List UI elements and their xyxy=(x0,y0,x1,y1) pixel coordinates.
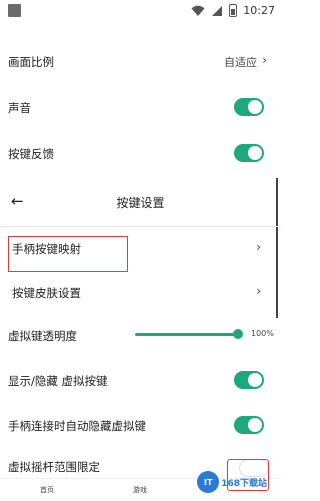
toggle-virtual-keys-toggle[interactable] xyxy=(234,371,264,389)
notification-icon xyxy=(8,4,21,17)
key-skin-row[interactable]: 按键皮肤设置 › xyxy=(0,282,281,304)
key-feedback-toggle[interactable] xyxy=(234,144,264,162)
sound-label: 声音 xyxy=(8,101,31,115)
brand-logo-icon: IT xyxy=(197,471,220,493)
status-time: 10:27 xyxy=(243,4,275,17)
opacity-label: 虚拟键透明度 xyxy=(8,329,77,343)
opacity-value: 100% xyxy=(251,329,274,338)
nav-games[interactable]: 游戏 xyxy=(133,485,147,495)
header-divider xyxy=(0,226,281,227)
key-feedback-label: 按键反馈 xyxy=(8,147,54,161)
joystick-range-label: 虚拟摇杆范围限定 xyxy=(8,460,100,474)
status-bar: 10:27 xyxy=(0,0,281,22)
aspect-label: 画面比例 xyxy=(8,55,54,69)
opacity-slider-thumb[interactable] xyxy=(233,329,243,339)
auto-hide-toggle[interactable] xyxy=(234,416,264,434)
highlight-box xyxy=(8,236,128,272)
chevron-right-icon: › xyxy=(256,284,261,298)
settings-row-key-feedback: 按键反馈 xyxy=(0,142,281,164)
key-skin-label: 按键皮肤设置 xyxy=(12,286,81,300)
toggle-virtual-keys-label: 显示/隐藏 虚拟按键 xyxy=(8,374,108,388)
settings-row-aspect[interactable]: 画面比例 自适应 › xyxy=(0,50,281,72)
wifi-icon xyxy=(191,5,205,16)
battery-icon xyxy=(229,4,237,17)
brand-watermark: IT 168下载站 xyxy=(197,471,267,493)
sound-toggle[interactable] xyxy=(234,98,264,116)
signal-icon xyxy=(212,5,222,16)
status-icons xyxy=(191,4,237,17)
key-settings-title: 按键设置 xyxy=(116,196,165,210)
auto-hide-label: 手柄连接时自动隐藏虚拟键 xyxy=(8,419,146,433)
brand-text: 168下载站 xyxy=(221,478,267,489)
aspect-value: 自适应 xyxy=(224,56,257,69)
opacity-slider-track[interactable] xyxy=(135,333,239,336)
chevron-right-icon: › xyxy=(256,240,261,254)
toggle-virtual-keys-row: 显示/隐藏 虚拟按键 xyxy=(0,370,281,392)
settings-row-sound: 声音 xyxy=(0,96,281,118)
nav-home[interactable]: 首页 xyxy=(40,485,54,495)
chevron-right-icon: › xyxy=(262,53,267,67)
auto-hide-row: 手柄连接时自动隐藏虚拟键 xyxy=(0,415,281,437)
